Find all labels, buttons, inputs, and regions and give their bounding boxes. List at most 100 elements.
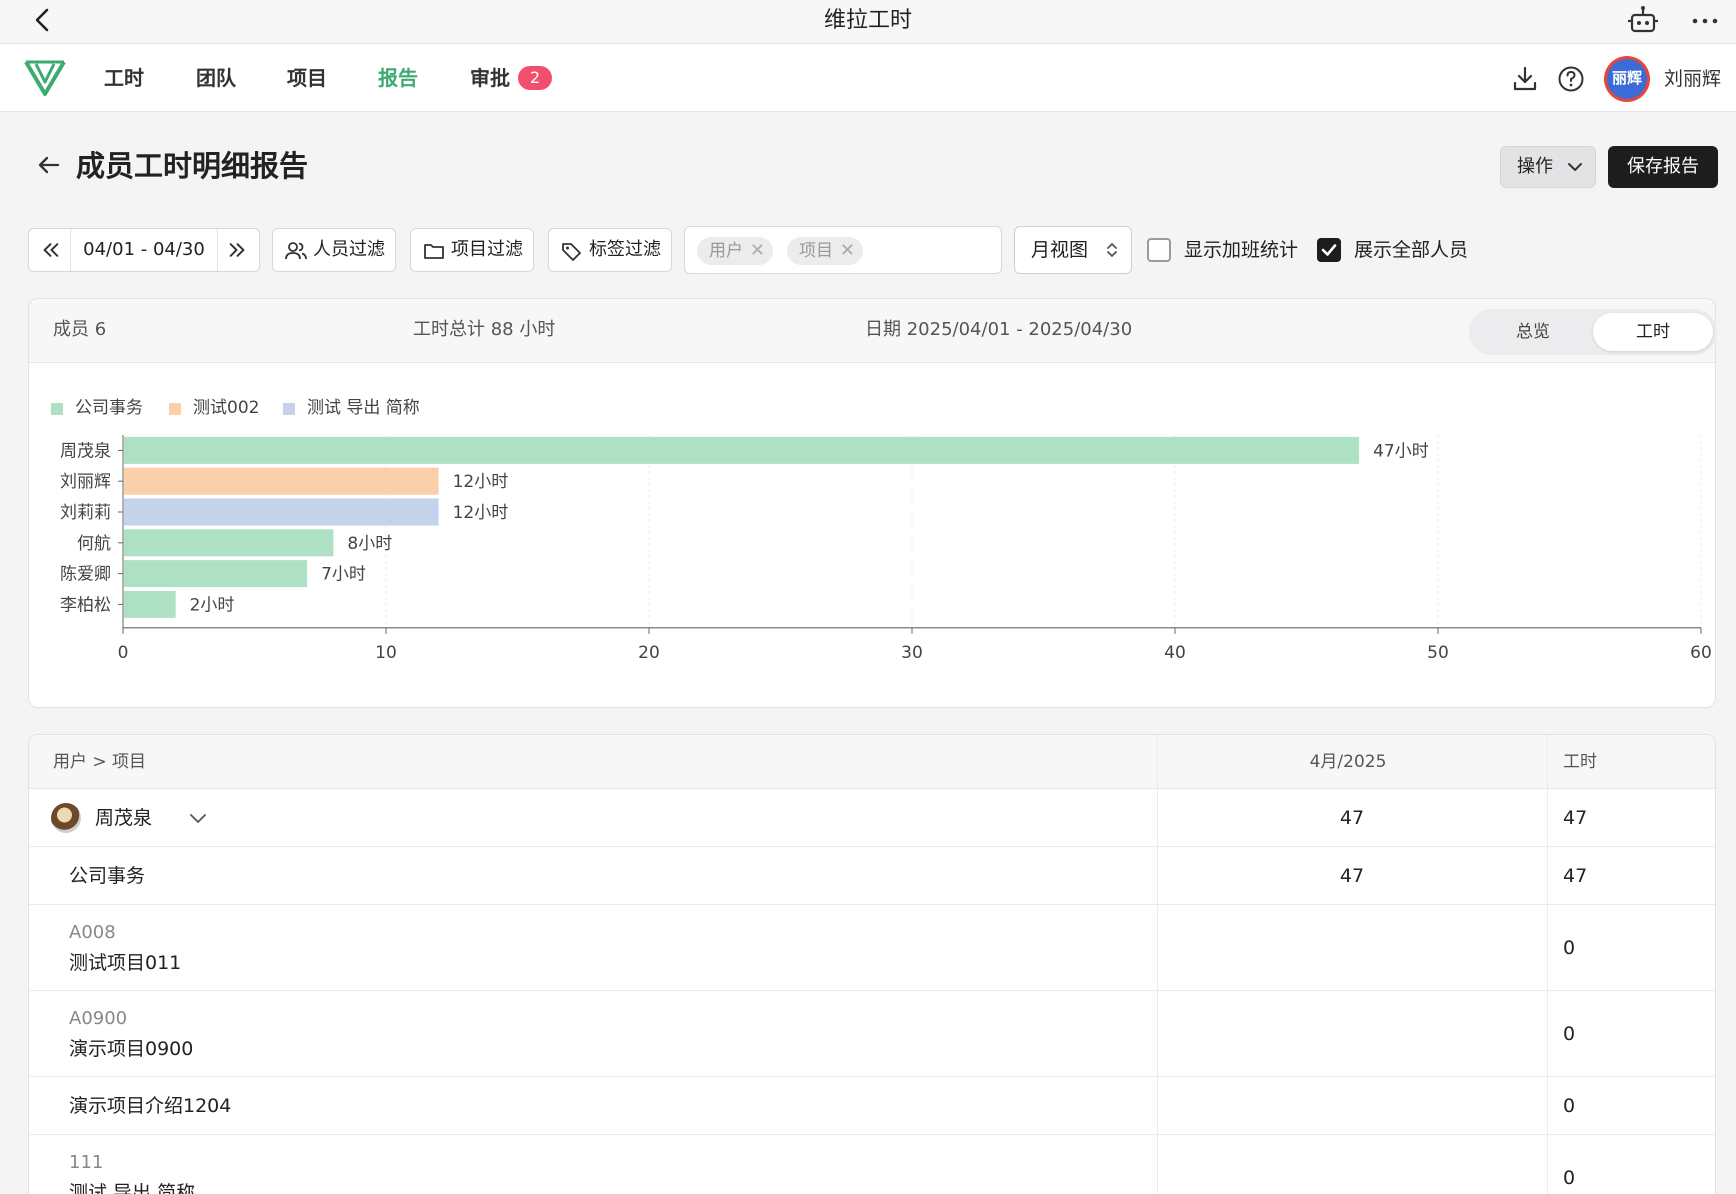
project-name-cell: 演示项目0900 [69, 1038, 194, 1060]
group-by-field[interactable]: 用户 ✕ 项目 ✕ [684, 226, 1002, 274]
detail-table: 用户 > 项目 4月/2025 工时 周茂泉 47 47 公司事务 47 47 … [28, 734, 1716, 1194]
category-label: 刘丽辉 [60, 472, 111, 492]
bar[interactable] [124, 560, 308, 588]
bar[interactable] [124, 467, 439, 495]
table-row[interactable]: A008 测试项目011 0 [29, 905, 1715, 991]
legend-item[interactable]: 测试 导出 简称 [283, 395, 420, 421]
bar[interactable] [124, 529, 334, 557]
total-hours-cell: 0 [1563, 937, 1576, 959]
legend-label: 测试002 [193, 398, 260, 418]
remove-chip-icon[interactable]: ✕ [750, 237, 765, 265]
legend-label: 公司事务 [75, 398, 143, 418]
main-navbar: 工时 团队 项目 报告 审批 2 丽辉 刘丽辉 [0, 44, 1736, 112]
total-hours: 工时总计 88 小时 [413, 319, 556, 340]
show-overtime-label[interactable]: 显示加班统计 [1184, 236, 1298, 264]
date-span: 日期 2025/04/01 - 2025/04/30 [865, 319, 1133, 340]
value-label: 8小时 [347, 534, 392, 554]
table-row[interactable]: 周茂泉 47 47 [29, 789, 1715, 847]
bar[interactable] [124, 436, 1360, 464]
user-name[interactable]: 刘丽辉 [1664, 66, 1721, 92]
x-tick-label: 40 [1164, 643, 1186, 663]
x-tick-label: 0 [118, 643, 129, 663]
value-label: 2小时 [190, 595, 235, 615]
header-hours[interactable]: 工时 [1563, 749, 1597, 775]
table-row[interactable]: 演示项目介绍1204 0 [29, 1077, 1715, 1135]
robot-icon[interactable] [1626, 4, 1660, 38]
category-label: 刘莉莉 [60, 503, 111, 523]
previous-range-icon[interactable] [29, 229, 71, 271]
date-range-picker: 04/01 - 04/30 [28, 228, 260, 272]
people-filter-label: 人员过滤 [313, 239, 385, 260]
summary-bar: 成员 6 工时总计 88 小时 日期 2025/04/01 - 2025/04/… [29, 299, 1717, 363]
chevron-down-icon [1568, 163, 1582, 171]
group-chip-user-label: 用户 [709, 241, 743, 261]
help-icon[interactable] [1556, 64, 1586, 94]
total-hours-cell: 47 [1563, 865, 1588, 887]
nav-item-hours[interactable]: 工时 [104, 64, 144, 92]
tab-hours[interactable]: 工时 [1593, 313, 1713, 351]
remove-chip-icon[interactable]: ✕ [840, 237, 855, 265]
nav-item-projects[interactable]: 项目 [287, 64, 327, 92]
people-filter-button[interactable]: 人员过滤 [272, 228, 396, 272]
table-row[interactable]: A0900 演示项目0900 0 [29, 991, 1715, 1077]
date-range-value[interactable]: 04/01 - 04/30 [71, 229, 217, 271]
project-filter-label: 项目过滤 [451, 239, 523, 260]
page-title: 成员工时明细报告 [76, 149, 309, 183]
save-report-button[interactable]: 保存报告 [1608, 146, 1718, 188]
app-logo-icon[interactable] [22, 56, 68, 100]
project-name-cell: 演示项目介绍1204 [69, 1095, 232, 1117]
show-all-members-label[interactable]: 展示全部人员 [1354, 236, 1468, 264]
table-row[interactable]: 111 测试 导出 简称 0 [29, 1135, 1715, 1194]
x-tick-label: 50 [1427, 643, 1449, 663]
chevron-down-icon[interactable] [189, 811, 207, 825]
user-avatar-text: 丽辉 [1607, 59, 1647, 99]
back-arrow-icon[interactable] [36, 152, 62, 178]
value-label: 47小时 [1373, 441, 1429, 461]
page-header: 成员工时明细报告 操作 保存报告 [0, 112, 1736, 224]
header-month[interactable]: 4月/2025 [1153, 749, 1543, 775]
nav-item-reports[interactable]: 报告 [378, 64, 418, 92]
legend-item[interactable]: 公司事务 [51, 395, 143, 421]
show-all-members-checkbox[interactable] [1317, 238, 1341, 262]
view-mode-select[interactable]: 月视图 [1014, 226, 1132, 274]
view-toggle: 总览 工时 [1469, 309, 1717, 355]
bar[interactable] [124, 498, 439, 526]
month-hours-cell: 47 [1339, 807, 1365, 829]
operations-dropdown-button[interactable]: 操作 [1500, 146, 1596, 188]
project-filter-button[interactable]: 项目过滤 [410, 228, 534, 272]
legend-swatch [169, 403, 181, 415]
show-overtime-checkbox[interactable] [1147, 238, 1171, 262]
tag-filter-button[interactable]: 标签过滤 [548, 228, 672, 272]
table-row[interactable]: 公司事务 47 47 [29, 847, 1715, 905]
header-user-project[interactable]: 用户 > 项目 [53, 749, 146, 775]
view-mode-value: 月视图 [1031, 239, 1089, 261]
group-chip-user: 用户 ✕ [697, 237, 773, 265]
category-label: 陈爱卿 [60, 565, 111, 585]
legend-item[interactable]: 测试002 [169, 395, 259, 421]
window-title: 维拉工时 [823, 8, 912, 33]
folder-icon [424, 244, 444, 259]
download-icon[interactable] [1510, 64, 1540, 94]
operations-label: 操作 [1517, 156, 1553, 177]
category-label: 李柏松 [60, 595, 111, 615]
user-avatar[interactable]: 丽辉 [1604, 56, 1650, 102]
value-label: 12小时 [453, 472, 509, 492]
next-range-icon[interactable] [217, 229, 259, 271]
more-options-icon[interactable] [1688, 4, 1722, 38]
bar[interactable] [124, 590, 176, 618]
total-hours-cell: 0 [1563, 1023, 1576, 1045]
tab-overview[interactable]: 总览 [1473, 313, 1593, 351]
window-titlebar: 维拉工时 [0, 0, 1736, 44]
nav-item-team[interactable]: 团队 [196, 64, 236, 92]
group-chip-project-label: 项目 [799, 241, 833, 261]
total-hours-cell: 47 [1563, 807, 1588, 829]
project-name-cell: 公司事务 [69, 865, 146, 887]
checkmark-icon [1321, 244, 1337, 256]
people-icon [285, 242, 307, 260]
project-name-cell: 测试项目011 [69, 952, 182, 974]
hours-bar-chart: 周茂泉 47小时刘丽辉 12小时刘莉莉 12小时何航 8小时陈爱卿 7小时李柏松 2小时0 1… [60, 435, 1712, 663]
x-tick-label: 20 [638, 643, 660, 663]
legend-swatch [51, 403, 63, 415]
category-label: 何航 [77, 534, 111, 554]
nav-item-approvals[interactable]: 审批 2 [470, 64, 552, 92]
